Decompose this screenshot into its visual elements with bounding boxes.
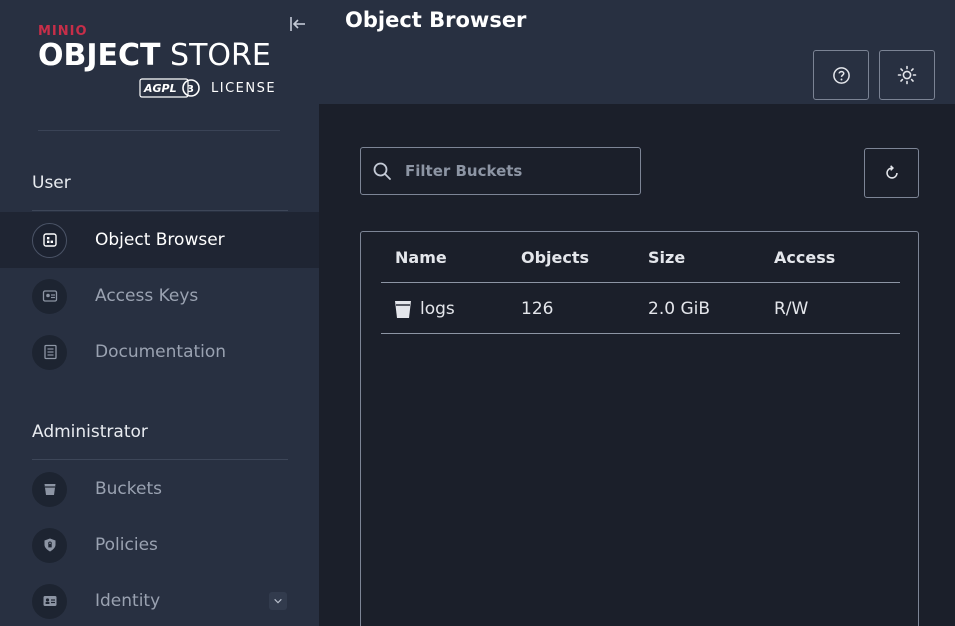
sidebar-item-access-keys[interactable]: Access Keys xyxy=(0,268,319,324)
bucket-icon xyxy=(32,471,67,507)
filter-buckets-field[interactable] xyxy=(360,147,641,195)
section-divider xyxy=(32,459,288,460)
sidebar-item-buckets[interactable]: Buckets xyxy=(0,461,319,517)
object-browser-icon xyxy=(32,222,67,258)
brand-name: MINIO xyxy=(38,24,88,39)
access-keys-icon xyxy=(32,278,67,314)
sidebar-item-label: Policies xyxy=(95,535,158,555)
table-header: Name Objects Size Access xyxy=(381,232,900,283)
license-text: LICENSE xyxy=(211,80,277,96)
sidebar-item-label: Documentation xyxy=(95,342,227,362)
sidebar-item-identity[interactable]: Identity xyxy=(0,573,319,626)
sidebar-item-label: Buckets xyxy=(95,479,163,499)
bucket-size: 2.0 GiB xyxy=(648,299,710,319)
section-title-administrator: Administrator xyxy=(32,422,148,442)
sidebar-item-policies[interactable]: Policies xyxy=(0,517,319,573)
column-header-name[interactable]: Name xyxy=(395,248,447,267)
sidebar-item-label: Identity xyxy=(95,591,161,611)
bucket-objects: 126 xyxy=(521,299,554,319)
page-header: Object Browser xyxy=(319,0,955,104)
documentation-icon xyxy=(32,334,67,370)
search-input[interactable] xyxy=(405,158,630,184)
buckets-table: Name Objects Size Access logs 126 2.0 Gi… xyxy=(360,231,919,626)
collapse-sidebar-icon[interactable] xyxy=(289,16,307,32)
agpl-badge-icon: AGPL 3 xyxy=(139,78,200,98)
sidebar: MINIO OBJECT STORE AGPL 3 LICENSE User O… xyxy=(0,0,319,626)
help-icon xyxy=(832,66,850,84)
search-icon xyxy=(373,162,391,180)
sidebar-item-label: Access Keys xyxy=(95,286,199,306)
column-header-size[interactable]: Size xyxy=(648,248,685,267)
theme-toggle-button[interactable] xyxy=(879,50,935,100)
minio-logo[interactable]: MINIO OBJECT STORE AGPL 3 LICENSE xyxy=(38,22,288,102)
section-divider xyxy=(32,210,288,211)
shield-icon xyxy=(32,527,67,563)
refresh-icon xyxy=(885,165,898,179)
refresh-button[interactable] xyxy=(864,148,919,198)
help-button[interactable] xyxy=(813,50,869,100)
sun-icon xyxy=(897,65,917,85)
product-name: OBJECT STORE xyxy=(38,38,271,73)
section-title-user: User xyxy=(32,173,71,193)
bucket-name[interactable]: logs xyxy=(420,299,455,319)
sidebar-item-documentation[interactable]: Documentation xyxy=(0,324,319,380)
license-row: AGPL 3 LICENSE xyxy=(139,77,276,99)
bucket-icon xyxy=(395,301,411,318)
page-title: Object Browser xyxy=(345,8,527,32)
table-row[interactable]: logs 126 2.0 GiB R/W xyxy=(381,284,900,334)
sidebar-item-label: Object Browser xyxy=(95,230,225,250)
chevron-down-icon[interactable] xyxy=(269,592,287,610)
svg-text:3: 3 xyxy=(187,84,194,95)
id-card-icon xyxy=(32,583,67,619)
svg-text:AGPL: AGPL xyxy=(143,82,177,95)
sidebar-item-object-browser[interactable]: Object Browser xyxy=(0,212,319,268)
logo-divider xyxy=(38,130,280,131)
column-header-objects[interactable]: Objects xyxy=(521,248,589,267)
column-header-access[interactable]: Access xyxy=(774,248,835,267)
bucket-access: R/W xyxy=(774,299,809,319)
